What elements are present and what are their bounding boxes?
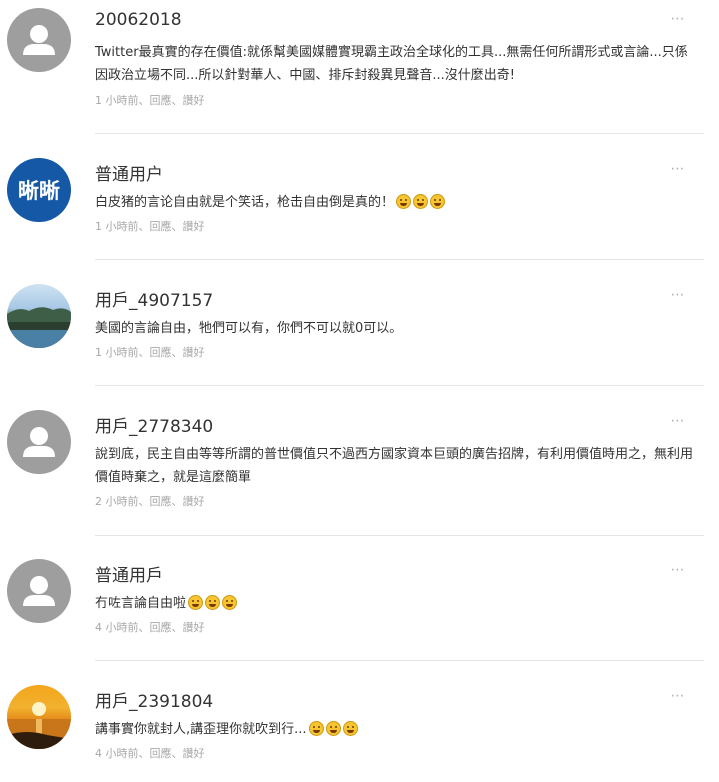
more-options-icon[interactable]: ⋯	[668, 11, 688, 27]
grinning-squint-emoji-icon	[342, 721, 358, 736]
username[interactable]: 用戶_2391804	[95, 687, 213, 712]
comment-text: 說到底，民主自由等等所謂的普世價值只不過西方國家資本巨頭的廣告招牌，有利用價值時…	[95, 447, 694, 485]
timestamp: 4 小時前	[95, 621, 139, 634]
tears-of-joy-emoji-icon	[188, 595, 204, 610]
more-options-icon[interactable]: ⋯	[668, 413, 688, 429]
divider	[95, 535, 704, 536]
reply-link[interactable]: 回應	[150, 94, 172, 107]
comment-text: 白皮猪的言论自由就是个笑话，枪击自由倒是真的！	[95, 192, 700, 215]
avatar[interactable]	[7, 559, 71, 623]
reply-link[interactable]: 回應	[150, 747, 172, 760]
divider	[95, 385, 704, 386]
avatar[interactable]: 晰晰	[7, 158, 71, 222]
reply-link[interactable]: 回應	[150, 621, 172, 634]
default-avatar-icon	[23, 427, 55, 457]
comment-meta: 1 小時前、回應、讚好	[95, 94, 205, 107]
comment-meta: 1 小時前、回應、讚好	[95, 220, 205, 233]
username[interactable]: 普通用戶	[95, 561, 163, 586]
comment-meta: 1 小時前、回應、讚好	[95, 346, 205, 359]
avatar[interactable]	[7, 8, 71, 72]
default-avatar-icon	[23, 25, 55, 55]
avatar[interactable]	[7, 685, 71, 749]
like-link[interactable]: 讚好	[183, 220, 205, 233]
avatar[interactable]	[7, 410, 71, 474]
comment-meta: 4 小時前、回應、讚好	[95, 747, 205, 760]
tears-of-joy-emoji-icon	[222, 595, 238, 610]
comment-text: 講事實你就封人,講歪理你就吹到行...	[95, 719, 700, 742]
tears-of-joy-emoji-icon	[205, 595, 221, 610]
timestamp: 1 小時前	[95, 346, 139, 359]
reply-link[interactable]: 回應	[150, 220, 172, 233]
more-options-icon[interactable]: ⋯	[668, 161, 688, 177]
username[interactable]: 用戶_4907157	[95, 286, 213, 311]
reply-link[interactable]: 回應	[150, 346, 172, 359]
comment-text: 美國的言論自由，牠們可以有，你們不可以就0可以。	[95, 321, 403, 336]
more-options-icon[interactable]: ⋯	[668, 688, 688, 704]
comment-text: 冇咗言論自由啦	[95, 593, 700, 616]
divider	[95, 660, 704, 661]
rolling-laughing-emoji-icon	[396, 194, 412, 209]
grinning-squint-emoji-icon	[308, 721, 324, 736]
username[interactable]: 普通用户	[95, 160, 163, 185]
comment-meta: 4 小時前、回應、讚好	[95, 621, 205, 634]
like-link[interactable]: 讚好	[183, 94, 205, 107]
more-options-icon[interactable]: ⋯	[668, 287, 688, 303]
like-link[interactable]: 讚好	[183, 346, 205, 359]
divider	[95, 259, 704, 260]
default-avatar-icon	[23, 576, 55, 606]
like-link[interactable]: 讚好	[183, 495, 205, 508]
comment-text: Twitter最真實的存在價值:就係幫美國媒體實現霸主政治全球化的工具...無需…	[95, 45, 688, 83]
username[interactable]: 用戶_2778340	[95, 412, 213, 437]
like-link[interactable]: 讚好	[183, 747, 205, 760]
reply-link[interactable]: 回應	[150, 495, 172, 508]
timestamp: 2 小時前	[95, 495, 139, 508]
timestamp: 1 小時前	[95, 220, 139, 233]
rolling-laughing-emoji-icon	[430, 194, 446, 209]
lake-photo-icon	[7, 307, 71, 348]
avatar[interactable]	[7, 284, 71, 348]
sunset-photo-icon	[7, 702, 71, 749]
timestamp: 4 小時前	[95, 747, 139, 760]
comment-meta: 2 小時前、回應、讚好	[95, 495, 205, 508]
like-link[interactable]: 讚好	[183, 621, 205, 634]
username[interactable]: 20062018	[95, 10, 182, 30]
grinning-squint-emoji-icon	[325, 721, 341, 736]
divider	[95, 133, 704, 134]
avatar-text: 晰晰	[18, 179, 60, 203]
more-options-icon[interactable]: ⋯	[668, 562, 688, 578]
rolling-laughing-emoji-icon	[413, 194, 429, 209]
timestamp: 1 小時前	[95, 94, 139, 107]
